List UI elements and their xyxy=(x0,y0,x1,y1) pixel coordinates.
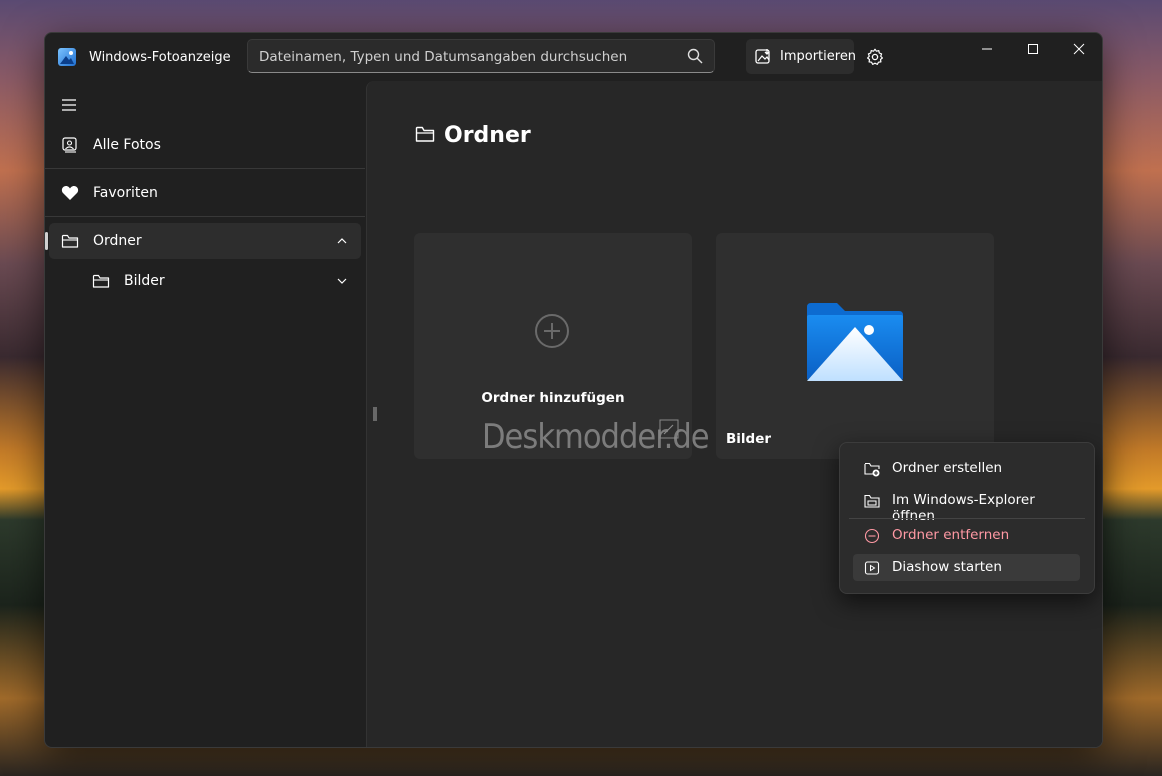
explorer-icon xyxy=(864,494,880,508)
photos-icon xyxy=(62,137,77,153)
menu-item-label: Ordner erstellen xyxy=(892,460,1003,476)
main-content: Ordner Ordner hinzufügen Deskmodder.de B… xyxy=(366,81,1102,747)
menu-item-label: Ordner entfernen xyxy=(892,527,1010,543)
sidebar-item-favoriten[interactable]: Favoriten xyxy=(49,175,361,211)
slideshow-icon xyxy=(864,561,880,575)
folder-icon xyxy=(92,274,110,288)
sidebar: Alle Fotos Favoriten Ordner Bilder xyxy=(45,81,365,747)
title-bar: Windows-Fotoanzeige Dateinamen, Typen un… xyxy=(45,33,1102,81)
gear-icon[interactable] xyxy=(866,48,884,66)
search-icon[interactable] xyxy=(687,48,703,64)
sidebar-item-label: Alle Fotos xyxy=(93,137,161,153)
selection-indicator xyxy=(45,232,48,250)
search-box[interactable]: Dateinamen, Typen und Datumsangaben durc… xyxy=(247,39,715,73)
import-button[interactable]: Importieren xyxy=(746,39,857,74)
new-folder-icon xyxy=(864,462,880,477)
folder-tile-bilder[interactable]: Bilder xyxy=(716,233,994,459)
sidebar-item-label: Favoriten xyxy=(93,185,158,201)
menu-divider xyxy=(849,518,1085,519)
sidebar-divider xyxy=(45,216,365,217)
chevron-down-icon[interactable] xyxy=(337,277,347,285)
maximize-button[interactable] xyxy=(1010,33,1056,65)
menu-item-label: Diashow starten xyxy=(892,559,1002,575)
add-folder-label: Ordner hinzufügen xyxy=(481,390,625,406)
folder-tile-label: Bilder xyxy=(726,431,772,447)
photos-app-window: Windows-Fotoanzeige Dateinamen, Typen un… xyxy=(44,32,1103,748)
chevron-up-icon[interactable] xyxy=(337,237,347,245)
hamburger-menu-icon[interactable] xyxy=(59,95,79,115)
maximize-icon xyxy=(1028,44,1038,54)
folder-icon xyxy=(61,234,79,248)
menu-item-ordner-erstellen[interactable]: Ordner erstellen xyxy=(853,455,1080,482)
app-title: Windows-Fotoanzeige xyxy=(89,50,231,65)
import-label: Importieren xyxy=(780,49,857,64)
sidebar-item-ordner[interactable]: Ordner xyxy=(45,223,361,259)
pen-icon xyxy=(659,419,679,439)
page-title: Ordner xyxy=(444,123,531,148)
minimize-icon xyxy=(982,48,992,50)
photos-app-icon xyxy=(58,48,76,66)
heart-icon xyxy=(61,186,79,200)
menu-item-explorer[interactable]: Im Windows-Explorer öffnen xyxy=(853,487,1080,524)
plus-circle-icon xyxy=(535,314,569,348)
sidebar-item-bilder[interactable]: Bilder xyxy=(49,263,361,299)
pane-resize-handle[interactable] xyxy=(373,407,377,421)
import-icon xyxy=(755,49,770,64)
remove-icon xyxy=(864,528,880,544)
close-button[interactable] xyxy=(1056,33,1102,65)
pictures-folder-icon xyxy=(807,303,903,381)
sidebar-divider xyxy=(45,168,365,169)
search-input[interactable]: Dateinamen, Typen und Datumsangaben durc… xyxy=(259,49,627,65)
folder-icon xyxy=(415,126,435,142)
menu-item-ordner-entfernen[interactable]: Ordner entfernen xyxy=(853,522,1080,549)
menu-item-label: Im Windows-Explorer öffnen xyxy=(892,492,1035,524)
sidebar-item-label: Ordner xyxy=(93,233,142,249)
menu-item-diashow[interactable]: Diashow starten xyxy=(853,554,1080,581)
sidebar-item-label: Bilder xyxy=(124,273,165,289)
sidebar-item-alle-fotos[interactable]: Alle Fotos xyxy=(49,127,361,163)
minimize-button[interactable] xyxy=(964,33,1010,65)
context-menu: Ordner erstellen Im Windows-Explorer öff… xyxy=(839,442,1095,594)
add-folder-tile[interactable]: Ordner hinzufügen Deskmodder.de xyxy=(414,233,710,459)
close-icon xyxy=(1073,43,1085,55)
